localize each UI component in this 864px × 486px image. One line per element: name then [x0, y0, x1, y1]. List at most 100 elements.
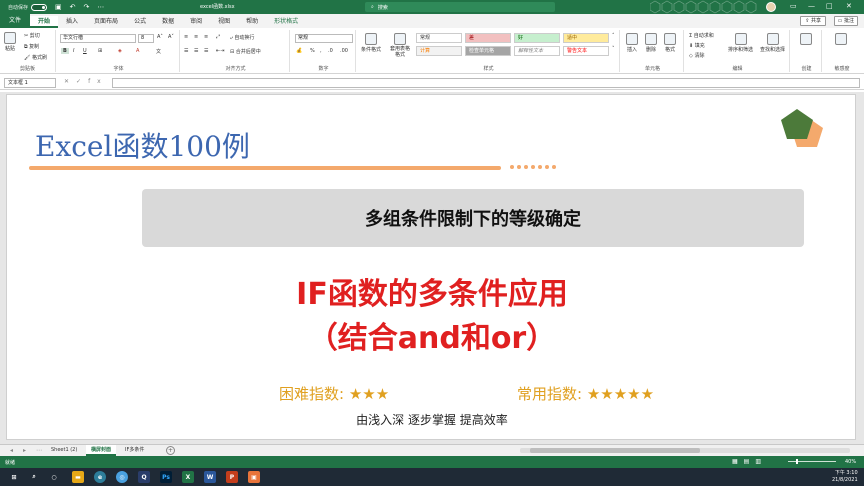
minimize-icon[interactable]: — — [808, 2, 815, 10]
formula-input[interactable] — [112, 78, 860, 88]
save-icon[interactable]: ▣ — [55, 3, 62, 11]
search-box[interactable]: ⌕ 搜索 — [365, 2, 555, 12]
insert-cells-button[interactable]: 插入 — [626, 33, 638, 53]
task-view-icon[interactable]: ○ — [48, 471, 60, 483]
clear-button[interactable]: ◇ 清除 — [689, 52, 704, 59]
page-break-icon[interactable]: ▥ — [755, 458, 767, 465]
windows-start-icon[interactable]: ⊞ — [8, 471, 20, 483]
find-select-button[interactable]: 查找和选择 — [760, 33, 785, 53]
horizontal-scrollbar[interactable] — [520, 448, 850, 453]
zoom-slider[interactable] — [788, 459, 836, 464]
bold-icon[interactable]: B — [61, 48, 69, 54]
sheet-tab-cover[interactable]: 横屏封面 — [86, 445, 117, 456]
menu-insert[interactable]: 插入 — [58, 16, 86, 28]
tab-next-icon[interactable]: ▸ — [23, 447, 36, 454]
sort-filter-button[interactable]: 排序和筛选 — [728, 33, 753, 53]
increase-decimal-icon[interactable]: .0 — [328, 48, 333, 54]
ribbon-display-icon[interactable]: ▭ — [790, 2, 797, 10]
style-bad[interactable]: 差 — [465, 33, 511, 43]
customize-qat-icon[interactable]: ⋯ — [97, 3, 104, 11]
maximize-icon[interactable]: □ — [826, 2, 833, 10]
fill-button[interactable]: ⬇ 填充 — [689, 42, 705, 49]
search-app-icon[interactable]: Q — [138, 471, 150, 483]
font-size-select[interactable]: 8 — [138, 34, 154, 43]
border-icon[interactable]: ⊞ — [98, 48, 102, 54]
menu-formulas[interactable]: 公式 — [126, 16, 154, 28]
worksheet-area[interactable]: Excel函数100例 多组条件限制下的等级确定 IF函数的多条件应用 （结合a… — [0, 92, 864, 444]
format-painter-button[interactable]: 🖌 格式刷 — [24, 54, 47, 61]
menu-file[interactable]: 文件 — [0, 14, 31, 28]
browser-icon[interactable]: ◎ — [116, 471, 128, 483]
menu-help[interactable]: 帮助 — [238, 16, 266, 28]
fx-icon[interactable]: fx — [88, 78, 108, 85]
font-name-select[interactable]: 华文行楷 — [60, 34, 136, 43]
autosum-button[interactable]: Σ 自动求和 — [689, 32, 714, 39]
zoom-level[interactable]: 40% — [845, 459, 856, 465]
sheet-tab-if[interactable]: IF多条件 — [120, 445, 149, 456]
underline-icon[interactable]: U — [83, 48, 87, 54]
redo-icon[interactable]: ↷ — [84, 3, 90, 11]
menu-home[interactable]: 开始 — [30, 16, 59, 28]
styles-scroll-up-icon[interactable]: ˄ — [612, 33, 615, 39]
menu-data[interactable]: 数据 — [154, 16, 182, 28]
format-as-table-button[interactable]: 套用表格格式 — [388, 33, 412, 58]
name-box[interactable]: 文本框 1 — [4, 78, 56, 88]
normal-view-icon[interactable]: ▦ — [732, 458, 744, 465]
word-icon[interactable]: W — [204, 471, 216, 483]
file-explorer-icon[interactable]: ▬ — [72, 471, 84, 483]
autosave-toggle[interactable] — [31, 3, 48, 11]
align-bottom-icon[interactable]: ≡ — [204, 34, 208, 40]
align-middle-icon[interactable]: ≡ — [194, 34, 198, 40]
photoshop-icon[interactable]: Ps — [160, 471, 172, 483]
indent-icon[interactable]: ⇤⇥ — [216, 48, 224, 54]
enter-icon[interactable]: ✓ — [76, 78, 88, 85]
close-icon[interactable]: ✕ — [846, 2, 852, 10]
decrease-decimal-icon[interactable]: .00 — [340, 48, 348, 54]
grow-font-icon[interactable]: A˄ — [157, 34, 163, 40]
avatar[interactable] — [766, 2, 776, 12]
align-right-icon[interactable]: ☰ — [204, 48, 208, 54]
percent-icon[interactable]: % — [310, 48, 315, 54]
copy-button[interactable]: ⧉ 复制 — [24, 43, 39, 50]
shrink-font-icon[interactable]: A˅ — [168, 34, 174, 40]
accounting-icon[interactable]: 💰 — [296, 48, 302, 54]
italic-icon[interactable]: I — [73, 48, 74, 54]
align-left-icon[interactable]: ☰ — [184, 48, 188, 54]
tab-prev-icon[interactable]: ◂ — [10, 447, 23, 454]
number-format-select[interactable]: 常规 — [295, 34, 353, 43]
taskbar-clock[interactable]: 下午 3:10 21/8/2021 — [832, 470, 858, 484]
paste-button[interactable]: 粘贴 — [4, 32, 16, 52]
align-center-icon[interactable]: ☰ — [194, 48, 198, 54]
format-cells-button[interactable]: 格式 — [664, 33, 676, 53]
style-neutral[interactable]: 适中 — [563, 33, 609, 43]
cancel-icon[interactable]: ✕ — [64, 78, 76, 85]
font-color-icon[interactable]: A — [136, 48, 139, 54]
share-button[interactable]: ⇪ 共享 — [800, 16, 826, 26]
style-good[interactable]: 好 — [514, 33, 560, 43]
sheet-tab-sheet1-2[interactable]: Sheet1 (2) — [46, 445, 82, 456]
comma-icon[interactable]: , — [320, 48, 322, 54]
delete-cells-button[interactable]: 删除 — [645, 33, 657, 53]
add-sheet-button[interactable]: + — [166, 446, 175, 455]
style-normal[interactable]: 常规 — [416, 33, 462, 43]
menu-page-layout[interactable]: 页面布局 — [86, 16, 126, 28]
edge-icon[interactable]: e — [94, 471, 106, 483]
wrap-text-button[interactable]: ⤶ 自动换行 — [230, 34, 254, 41]
page-layout-icon[interactable]: ▤ — [744, 458, 756, 465]
orientation-icon[interactable]: ⤢ — [216, 34, 220, 40]
style-check-cell[interactable]: 检查单元格 — [465, 46, 511, 56]
sensitivity-button[interactable] — [835, 33, 847, 46]
undo-icon[interactable]: ↶ — [70, 3, 76, 11]
menu-shape-format[interactable]: 形状格式 — [266, 16, 306, 28]
powerpoint-icon[interactable]: P — [226, 471, 238, 483]
conditional-format-button[interactable]: 条件格式 — [361, 33, 381, 53]
menu-review[interactable]: 审阅 — [182, 16, 210, 28]
search-taskbar-icon[interactable]: ⌕ — [28, 471, 40, 483]
excel-icon[interactable]: X — [182, 471, 194, 483]
merge-center-button[interactable]: ⊟ 合并后居中 — [230, 48, 261, 55]
align-top-icon[interactable]: ≡ — [184, 34, 188, 40]
style-warning[interactable]: 警告文本 — [563, 46, 609, 56]
style-explanatory[interactable]: 解释性文本 — [514, 46, 560, 56]
styles-more-icon[interactable]: ˅ — [612, 46, 615, 52]
phonetic-icon[interactable]: 文 — [156, 48, 161, 55]
